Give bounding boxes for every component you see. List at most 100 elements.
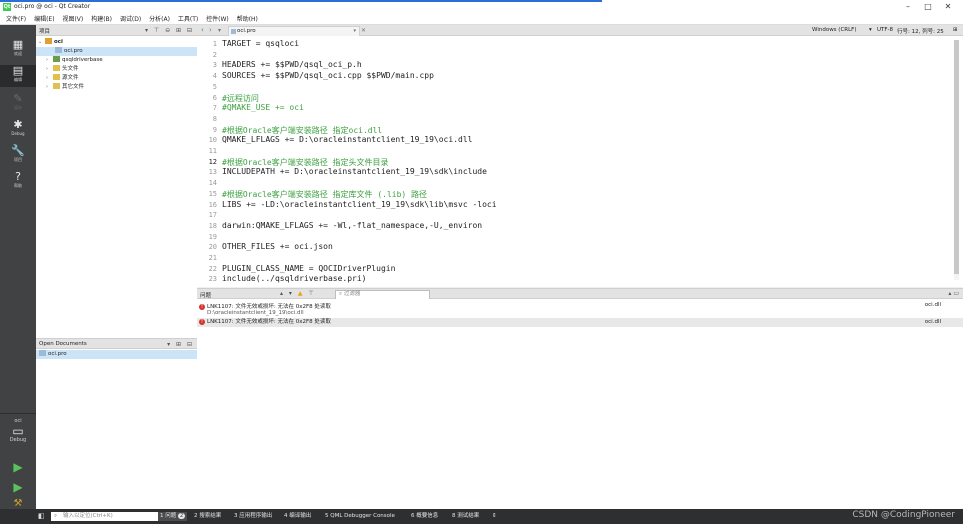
- line-number: 6: [212, 93, 217, 102]
- mode-projects[interactable]: 🔧 项目: [0, 145, 36, 167]
- menu-edit[interactable]: 编辑(E): [31, 14, 57, 25]
- pane-qml-debugger-console[interactable]: 5 QML Debugger Console: [325, 512, 395, 521]
- mode-help[interactable]: ? 帮助: [0, 171, 36, 193]
- menu-tools[interactable]: 工具(T): [175, 14, 201, 25]
- issues-list: ! LNK1107: 文件无效或损坏: 无法在 0x2F8 处读取 D:\orac…: [197, 299, 963, 509]
- menu-window[interactable]: 控件(W): [203, 14, 232, 25]
- bookmark-icon[interactable]: ▾: [218, 27, 221, 34]
- encoding-selector[interactable]: UTF-8: [877, 27, 893, 33]
- kit-selector[interactable]: oci ▭ Debug: [0, 417, 36, 451]
- help-icon: ?: [15, 170, 21, 183]
- cursor-position[interactable]: 行号: 12, 列号: 25: [897, 27, 944, 35]
- project-tree: ⌄ oci oci.pro › qsqldriverbase › 头文件 › 源文件 ›…: [36, 36, 216, 338]
- open-documents-tools[interactable]: ▾ ⊞ ⊟: [167, 341, 194, 348]
- line-number: 10: [208, 136, 217, 145]
- pane-toggle-icon[interactable]: ⇕: [492, 512, 497, 521]
- toggle-sidebar-icon[interactable]: ◧: [38, 512, 45, 520]
- menu-build[interactable]: 构建(B): [88, 14, 115, 25]
- line-number: 15: [208, 189, 217, 198]
- monitor-icon: ▭: [12, 424, 24, 438]
- projects-panel-header: 项目 ▾ ⊤ ⊖ ⊞ ⊟: [36, 25, 197, 36]
- line-number-gutter: 1 2 3 4 5 6 7 8 9 10 11 12 13 14 15 16 17 18 19 20 21 22 23: [197, 36, 219, 287]
- build-button[interactable]: ⚒: [0, 499, 36, 509]
- locator-input[interactable]: ⌕ 输入以定位(Ctrl+K): [51, 512, 163, 521]
- line-number: 4: [212, 72, 217, 81]
- edit-icon: ▤: [12, 64, 24, 77]
- pane-application-output[interactable]: 3 应用程序输出: [234, 512, 272, 521]
- pane-search-results[interactable]: 2 搜索结果: [194, 512, 221, 521]
- maximize-button[interactable]: □: [918, 2, 938, 12]
- pane-compile-output[interactable]: 4 编译输出: [284, 512, 311, 521]
- code-line: TARGET = qsqloci: [222, 39, 300, 48]
- hammer-icon: ⚒: [13, 498, 23, 509]
- split-icon[interactable]: ⊞: [953, 27, 958, 33]
- grid-icon: ▦: [12, 38, 24, 51]
- minimize-button[interactable]: –: [898, 2, 918, 12]
- chevron-down-icon[interactable]: ▾: [353, 27, 356, 35]
- pane-issues[interactable]: 1 问题 2: [158, 512, 188, 521]
- back-arrow-icon[interactable]: ‹: [201, 26, 204, 34]
- projects-panel-tools[interactable]: ▾ ⊤ ⊖ ⊞ ⊟: [145, 27, 194, 34]
- line-number: 18: [208, 221, 217, 230]
- menu-analyze[interactable]: 分析(A): [146, 14, 173, 25]
- collapsed-arrow-icon[interactable]: ›: [46, 74, 53, 83]
- mode-edit[interactable]: ▤ 编辑: [0, 65, 36, 87]
- code-line: OTHER_FILES += oci.json: [222, 242, 333, 252]
- issue-row[interactable]: ! LNK1107: 文件无效或损坏: 无法在 0x2F8 处读取 oci.dll: [197, 318, 963, 327]
- collapsed-arrow-icon[interactable]: ›: [46, 56, 53, 65]
- issues-filter-tools[interactable]: ▴ ▾ ▲ ⊤: [280, 290, 316, 297]
- title-bar: Qt oci.pro @ oci - Qt Creator – □ ✕: [0, 0, 963, 14]
- line-number: 16: [208, 200, 217, 209]
- issues-pane-controls[interactable]: ▴ ▭: [948, 290, 959, 297]
- code-line: #根据Oracle客户端安装路径 指定头文件目录: [222, 157, 389, 167]
- source-folder-icon: [53, 74, 60, 80]
- other-folder-icon: [53, 83, 60, 89]
- bug-icon: ✱: [13, 118, 23, 131]
- line-number: 1: [212, 40, 217, 48]
- issue-row[interactable]: ! LNK1107: 文件无效或损坏: 无法在 0x2F8 处读取 D:\orac…: [197, 302, 963, 319]
- code-line: #根据Oracle客户端安装路径 指定oci.dll: [222, 125, 383, 135]
- mode-welcome[interactable]: ▦ 欢迎: [0, 39, 36, 61]
- run-button[interactable]: ▶: [0, 461, 36, 477]
- code-editor[interactable]: 1 2 3 4 5 6 7 8 9 10 11 12 13 14 15 16 17 18 19 20 21 22 23 TA…: [197, 36, 963, 287]
- expand-arrow-icon[interactable]: ⌄: [38, 38, 45, 47]
- error-icon: !: [199, 318, 205, 325]
- editor-scrollbar[interactable]: [954, 40, 959, 280]
- line-number: 2: [212, 50, 217, 59]
- code-line: SOURCES += $$PWD/qsql_oci.cpp $$PWD/main…: [222, 71, 434, 81]
- collapsed-arrow-icon[interactable]: ›: [46, 65, 53, 74]
- forward-arrow-icon[interactable]: ›: [209, 26, 212, 34]
- menu-debug[interactable]: 调试(D): [117, 14, 144, 25]
- debug-run-button[interactable]: ▶: [0, 481, 36, 497]
- pane-test-results[interactable]: 8 测试结果: [452, 512, 479, 521]
- collapsed-arrow-icon[interactable]: ›: [46, 83, 53, 92]
- window-title: oci.pro @ oci - Qt Creator: [14, 3, 91, 10]
- pen-icon: ✎: [13, 92, 23, 105]
- issues-pane-header: 问题 ▴ ▾ ▲ ⊤ ⌕ 过滤器 ▴ ▭: [197, 288, 963, 300]
- editor-scrollbar-thumb[interactable]: [954, 40, 959, 274]
- close-file-icon[interactable]: ✕: [361, 27, 366, 34]
- mode-debug[interactable]: ✱ Debug: [0, 119, 36, 141]
- tree-item-qsqldriverbase[interactable]: › qsqldriverbase: [46, 56, 197, 65]
- line-number: 14: [208, 179, 217, 188]
- open-document-item[interactable]: oci.pro: [36, 350, 200, 359]
- bottom-bar: ◧ ⌕ 输入以定位(Ctrl+K) 1 问题 2 2 搜索结果 3 应用程序输出…: [0, 509, 963, 524]
- menu-file[interactable]: 文件(F): [3, 14, 29, 25]
- tree-item-other-files[interactable]: › 其它文件: [46, 83, 197, 92]
- tree-item-oci[interactable]: ⌄ oci: [38, 38, 195, 47]
- close-button[interactable]: ✕: [938, 2, 958, 12]
- line-endings-selector[interactable]: Windows (CRLF): [812, 27, 856, 33]
- line-number: 21: [208, 254, 217, 262]
- menu-bar: 文件(F) 编辑(E) 视图(V) 构建(B) 调试(D) 分析(A) 工具(T…: [0, 14, 963, 25]
- menu-help[interactable]: 帮助(H): [234, 14, 261, 25]
- tree-item-headers[interactable]: › 头文件: [46, 65, 197, 74]
- line-number: 17: [208, 211, 217, 220]
- tree-item-sources[interactable]: › 源文件: [46, 74, 197, 83]
- menu-view[interactable]: 视图(V): [59, 14, 86, 25]
- code-line: PLUGIN_CLASS_NAME = QOCIDriverPlugin: [222, 263, 396, 273]
- projects-panel-title: 项目: [39, 29, 51, 35]
- tree-item-oci-pro[interactable]: oci.pro: [36, 47, 216, 56]
- issues-title: 问题: [200, 293, 212, 299]
- pane-general-messages[interactable]: 6 概要信息: [411, 512, 438, 521]
- mode-design[interactable]: ✎ 设计: [0, 93, 36, 115]
